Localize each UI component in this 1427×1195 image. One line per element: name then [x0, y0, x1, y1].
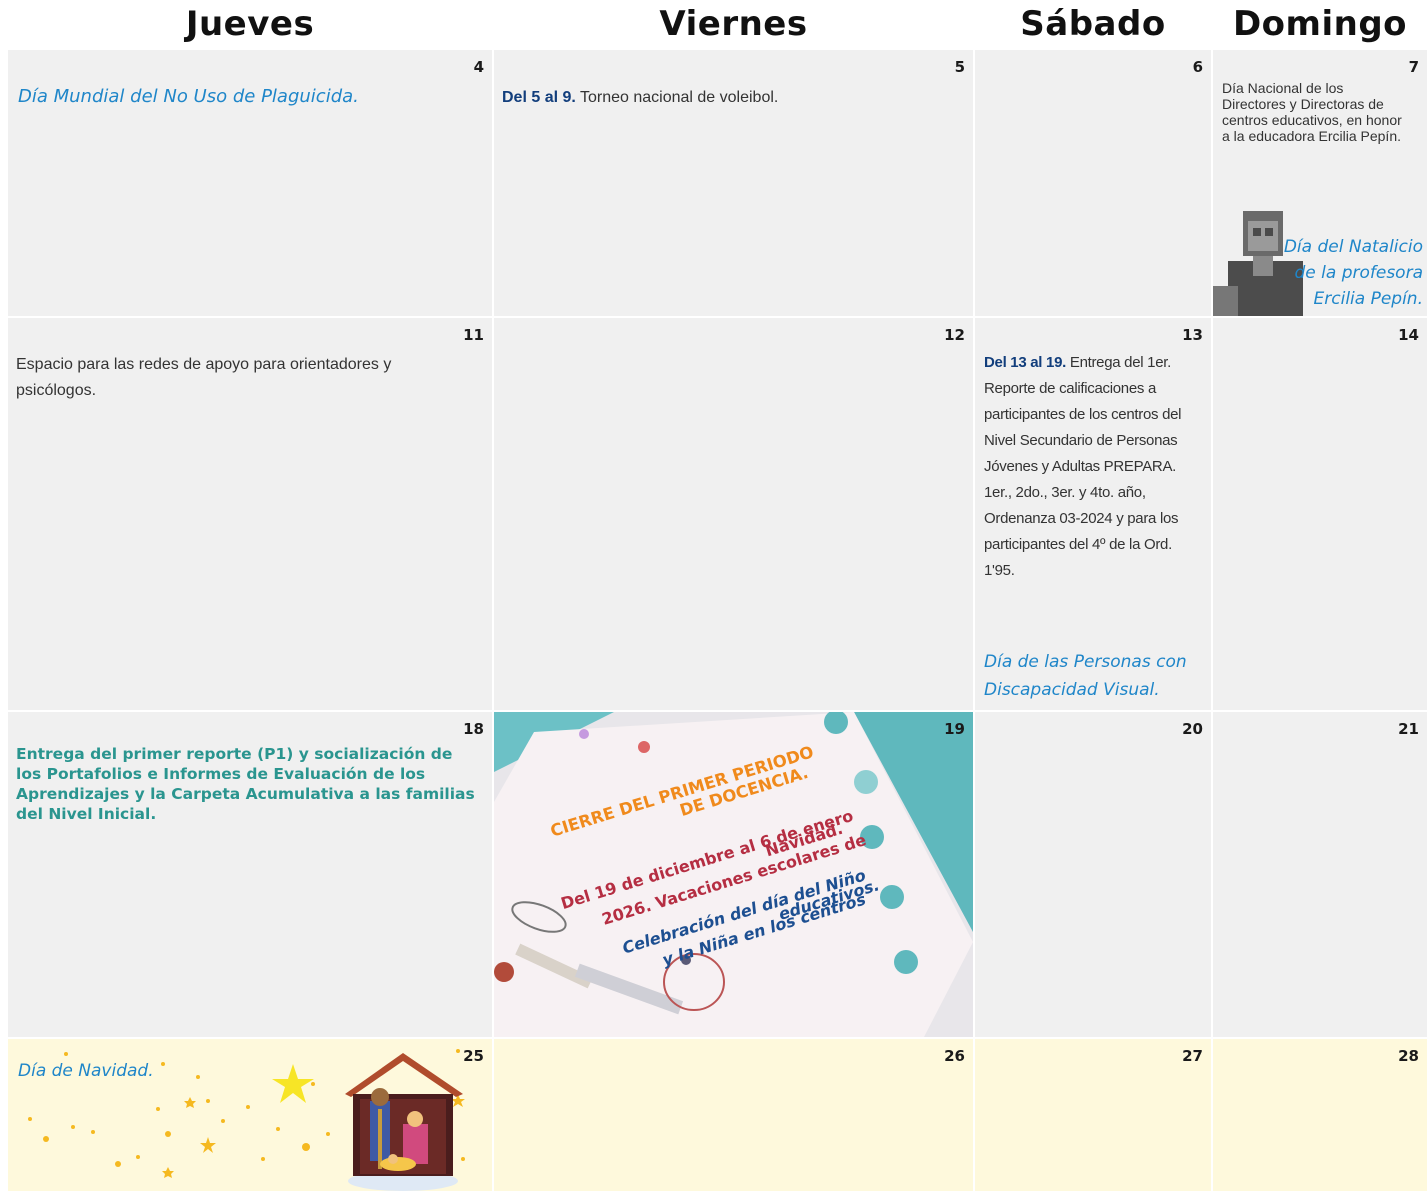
day-cell-13[interactable]: 13 Del 13 al 19. Entrega del 1er. Report…: [975, 318, 1211, 710]
day-cell-20[interactable]: 20: [975, 712, 1211, 1037]
day-cell-11[interactable]: 11 Espacio para las redes de apoyo para …: [8, 318, 492, 710]
day-cell-4[interactable]: 4 Día Mundial del No Uso de Plaguicida.: [8, 50, 492, 316]
day-cell-19[interactable]: 19 CIERRE DEL PRIMER PERIODO DE DOCENCIA…: [494, 712, 973, 1037]
event-dates: Del 13 al 19.: [984, 354, 1066, 371]
day-cell-21[interactable]: 21: [1213, 712, 1427, 1037]
day-cell-12[interactable]: 12: [494, 318, 973, 710]
day-number: 27: [1182, 1047, 1203, 1065]
day-number: 12: [944, 326, 965, 344]
rotated-announcement: CIERRE DEL PRIMER PERIODO DE DOCENCIA. D…: [494, 712, 973, 1037]
event-text: Entrega del 1er. Reporte de calificacion…: [984, 354, 1182, 579]
day-number: 21: [1398, 720, 1419, 738]
day-number: 5: [954, 58, 965, 76]
event-dates: Del 5 al 9.: [502, 89, 576, 106]
header-viernes: Viernes: [659, 4, 808, 44]
day-number: 18: [463, 720, 484, 738]
event-text: Entrega del primer reporte (P1) y social…: [16, 745, 475, 823]
day-number: 13: [1182, 326, 1203, 344]
day-cell-26[interactable]: 26: [494, 1039, 973, 1191]
day-cell-28[interactable]: 28: [1213, 1039, 1427, 1191]
day-number: 20: [1182, 720, 1203, 738]
day-cell-7[interactable]: 7 Día Nacional de los Directores y Direc…: [1213, 50, 1427, 316]
day-number: 6: [1192, 58, 1203, 76]
day-cell-18[interactable]: 18 Entrega del primer reporte (P1) y soc…: [8, 712, 492, 1037]
day-number: 28: [1398, 1047, 1419, 1065]
event-script: Día del Natalicio de la profesora Ercili…: [1283, 237, 1423, 309]
day-cell-5[interactable]: 5 Del 5 al 9. Torneo nacional de voleibo…: [494, 50, 973, 316]
day-number: 14: [1398, 326, 1419, 344]
event-text: Torneo nacional de voleibol.: [575, 89, 779, 106]
day-number: 11: [463, 326, 484, 344]
event-text: Día Nacional de los Directores y Directo…: [1222, 80, 1402, 144]
header-sabado: Sábado: [1020, 4, 1166, 44]
day-number: 7: [1408, 58, 1419, 76]
day-number: 4: [473, 58, 484, 76]
event-text: Espacio para las redes de apoyo para ori…: [16, 356, 392, 399]
day-cell-14[interactable]: 14: [1213, 318, 1427, 710]
header-domingo: Domingo: [1232, 4, 1408, 44]
header-jueves: Jueves: [185, 4, 315, 44]
event-script: Día de las Personas con Discapacidad Vis…: [984, 652, 1187, 700]
day-cell-6[interactable]: 6: [975, 50, 1211, 316]
day-cell-25[interactable]: 25 Día de Navidad.: [8, 1039, 492, 1191]
event-script: Día Mundial del No Uso de Plaguicida.: [18, 86, 359, 107]
day-number: 26: [944, 1047, 965, 1065]
day-cell-27[interactable]: 27: [975, 1039, 1211, 1191]
nativity-illustration: [28, 1049, 465, 1191]
